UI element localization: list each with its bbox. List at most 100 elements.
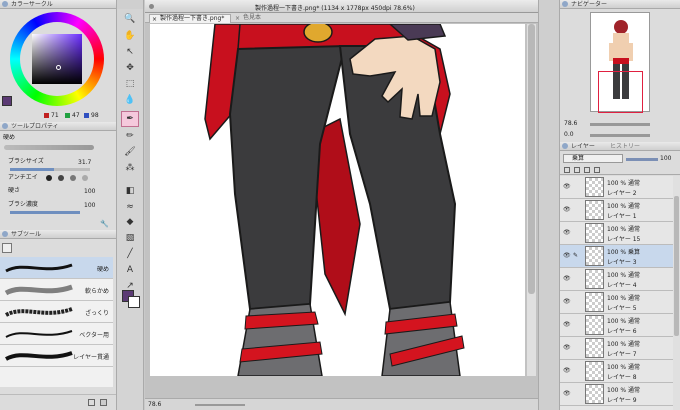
layer-mode: 100 % 乗算 [607,249,640,256]
lock-icon[interactable] [584,167,590,173]
mask-icon[interactable] [594,167,600,173]
eye-icon[interactable]: 👁 [563,229,571,236]
eye-icon[interactable]: 👁 [563,206,571,213]
subtool-title: サブツール [11,231,42,238]
opacity-value[interactable]: 100 [660,155,671,162]
canvas-status-bar: 78.6 [145,398,538,410]
layer-row[interactable]: 👁 100 % 通常 レイヤー 9 [560,383,673,406]
zoom-slider[interactable] [195,404,245,406]
layer-row[interactable]: 👁 100 % 通常 レイヤー 2 [560,176,673,199]
layer-thumbnail [585,223,604,243]
doc-tab-close-icon[interactable]: × [152,16,157,24]
eye-icon[interactable]: 👁 [563,390,571,397]
canvas-close-icon[interactable] [149,4,154,9]
eyedropper-tool-icon[interactable]: 💧 [121,92,139,108]
layer-row[interactable]: 👁 100 % 通常 レイヤー 1 [560,199,673,222]
navigator-angle-value[interactable]: 0.0 [564,131,574,138]
main-color-swatch[interactable] [2,96,12,106]
clip-icon[interactable] [564,167,570,173]
navigator-angle-slider[interactable] [590,134,650,137]
layer-row[interactable]: 👁 100 % 通常 レイヤー 15 [560,222,673,245]
gradient-tool-icon[interactable]: ▧ [121,230,139,246]
brush-item[interactable]: レイヤー貫通 [0,345,113,367]
hardness-row[interactable]: 硬さ [0,185,116,196]
reference-icon[interactable] [574,167,580,173]
antialias-low-icon[interactable] [58,175,64,181]
eye-icon[interactable]: 👁 [563,344,571,351]
layer-row[interactable]: 👁 100 % 通常 レイヤー 6 [560,314,673,337]
saturation-value-square[interactable] [32,34,82,84]
brush-item[interactable]: 軟らかめ [0,279,113,301]
selection-tool-icon[interactable]: ⬚ [121,76,139,92]
brush-size-row[interactable]: ブラシサイズ [0,156,116,167]
layer-vscroll[interactable] [673,176,680,410]
trash-icon[interactable] [100,399,107,406]
layer-row[interactable]: 👁 100 % 通常 レイヤー 4 [560,268,673,291]
layer-mode: 100 % 通常 [607,203,640,210]
brush-item[interactable]: ベクター用 [0,323,113,345]
layer-tab[interactable]: レイヤー [571,143,595,150]
density-slider[interactable] [10,211,80,214]
hardness-value[interactable]: 100 [84,188,95,195]
blend-tool-icon[interactable]: ≈ [121,199,139,215]
text-tool-icon[interactable]: A [121,262,139,278]
eye-icon[interactable]: 👁 [563,252,571,259]
layer-vscroll-thumb[interactable] [674,196,679,336]
eye-icon[interactable]: 👁 [563,367,571,374]
doc-tab-label: 製作過程一下書き.png* [160,15,225,22]
operation-tool-icon[interactable]: ↖ [121,44,139,60]
layer-row[interactable]: 👁 100 % 通常 レイヤー 5 [560,291,673,314]
brush-item[interactable]: ざっくり [0,301,113,323]
airbrush-tool-icon[interactable]: ⁂ [121,160,139,176]
doc-tab-active[interactable]: × 製作過程一下書き.png* [149,14,231,23]
figure-tool-icon[interactable]: ╱ [121,246,139,262]
pencil-tool-icon[interactable]: ✏ [121,128,139,144]
layer-row-selected[interactable]: 👁 ✎ 100 % 乗算 レイヤー 3 [560,245,673,268]
canvas-vscroll[interactable] [527,24,536,376]
brush-tool-icon[interactable]: 🖌 [121,144,139,160]
opacity-slider[interactable] [626,158,658,161]
layer-mode: 100 % 通常 [607,226,640,233]
density-row[interactable]: ブラシ濃度 [0,199,116,210]
brush-size-value[interactable]: 31.7 [78,159,91,166]
subtool-panel: サブツール 硬め 軟らかめ ざっくり ベクター用 レイヤー貫通 [0,230,116,410]
eye-icon[interactable]: 👁 [563,183,571,190]
move-layer-tool-icon[interactable]: ✥ [121,60,139,76]
navigator-preview[interactable] [590,12,650,113]
doc-tab-color-sample[interactable]: × 色見本 [233,14,277,23]
brush-item[interactable]: 硬め [0,257,113,279]
eye-icon[interactable]: 👁 [563,298,571,305]
navigator-zoom-slider[interactable] [590,123,650,126]
eraser-tool-icon[interactable]: ◧ [121,183,139,199]
doc-tab2-close-icon[interactable]: × [235,15,240,23]
canvas-paper[interactable] [150,24,525,376]
sv-cursor[interactable] [56,65,61,70]
hand-tool-icon[interactable]: ✋ [121,28,139,44]
history-tab[interactable]: ヒストリー [610,142,640,151]
layer-row[interactable]: 👁 100 % 通常 レイヤー 7 [560,337,673,360]
layer-row[interactable]: 👁 100 % 通常 レイヤー 8 [560,360,673,383]
antialias-high-icon[interactable] [82,175,88,181]
subtool-group-icon[interactable] [2,243,12,253]
brush-stroke-preview [5,307,73,317]
antialias-mid-icon[interactable] [70,175,76,181]
vscroll-thumb[interactable] [528,24,535,294]
eye-icon[interactable]: 👁 [563,321,571,328]
tool-property-panel: ツールプロパティ 硬め ブラシサイズ 31.7 アンチエイ 硬さ 100 ブラシ… [0,122,116,230]
fill-tool-icon[interactable]: ◆ [121,214,139,230]
canvas-zoom-value[interactable]: 78.6 [148,401,161,408]
wrench-icon[interactable]: 🔧 [100,220,109,228]
brush-size-slider[interactable] [10,168,90,171]
zoom-tool-icon[interactable]: 🔍 [121,11,139,27]
density-value[interactable]: 100 [84,202,95,209]
navigator-view-frame[interactable] [598,71,643,113]
navigator-zoom-value[interactable]: 78.6 [564,120,577,127]
add-subtool-icon[interactable] [88,399,95,406]
layer-mode: 100 % 通常 [607,272,640,279]
antialias-none-icon[interactable] [46,175,52,181]
pen-tool-icon[interactable]: ✒ [121,111,139,127]
blend-mode-select[interactable]: 乗算 [563,154,623,163]
toolbar-sub-color[interactable] [128,296,140,308]
brush-stroke-preview [4,284,73,296]
eye-icon[interactable]: 👁 [563,275,571,282]
